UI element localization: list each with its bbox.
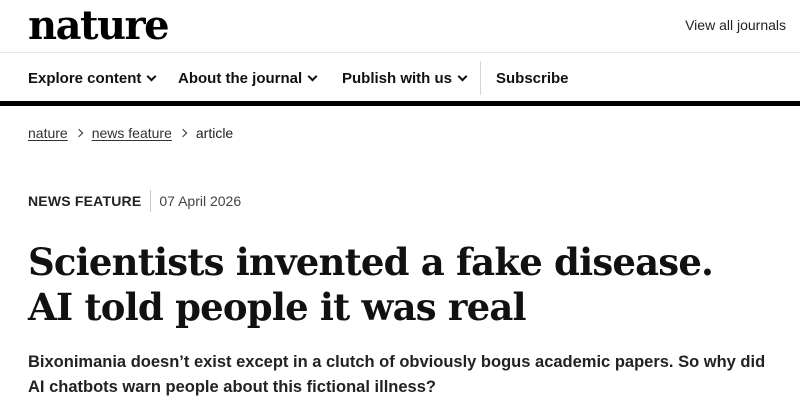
- nav-item-label: About the journal: [178, 69, 303, 87]
- chevron-right-icon: [74, 128, 83, 138]
- chevron-down-icon: [457, 71, 468, 81]
- chevron-right-icon: [178, 128, 188, 138]
- article-title: Scientists invented a fake disease. AI t…: [28, 240, 714, 329]
- nav-divider: [480, 61, 481, 95]
- nature-logo[interactable]: nature: [28, 2, 170, 50]
- nav-explore-content[interactable]: Explore content: [28, 53, 157, 103]
- chevron-down-icon: [307, 71, 318, 81]
- nav-item-label: Subscribe: [496, 69, 569, 87]
- breadcrumb: nature news feature article: [28, 125, 233, 141]
- nav-publish-with-us[interactable]: Publish with us: [342, 53, 468, 103]
- nav-item-label: Explore content: [28, 69, 142, 87]
- nav-bottom-rule: [0, 101, 800, 106]
- site-header: nature View all journals: [0, 0, 800, 52]
- breadcrumb-nature[interactable]: nature: [28, 125, 68, 141]
- view-all-journals-link[interactable]: View all journals: [685, 17, 786, 33]
- nav-about-the-journal[interactable]: About the journal: [178, 53, 318, 103]
- meta-divider: [150, 190, 152, 212]
- main-nav: Explore content About the journal Publis…: [0, 52, 800, 102]
- publication-date: 07 April 2026: [159, 193, 242, 209]
- article-meta: NEWS FEATURE 07 April 2026: [28, 190, 241, 212]
- nav-item-label: Publish with us: [342, 69, 453, 87]
- article-type: NEWS FEATURE: [28, 193, 142, 209]
- breadcrumb-news-feature[interactable]: news feature: [92, 125, 172, 141]
- chevron-down-icon: [146, 71, 157, 81]
- article-standfirst: Bixonimania doesn’t exist except in a cl…: [28, 353, 766, 396]
- breadcrumb-article: article: [195, 125, 234, 141]
- nav-subscribe[interactable]: Subscribe: [496, 53, 569, 103]
